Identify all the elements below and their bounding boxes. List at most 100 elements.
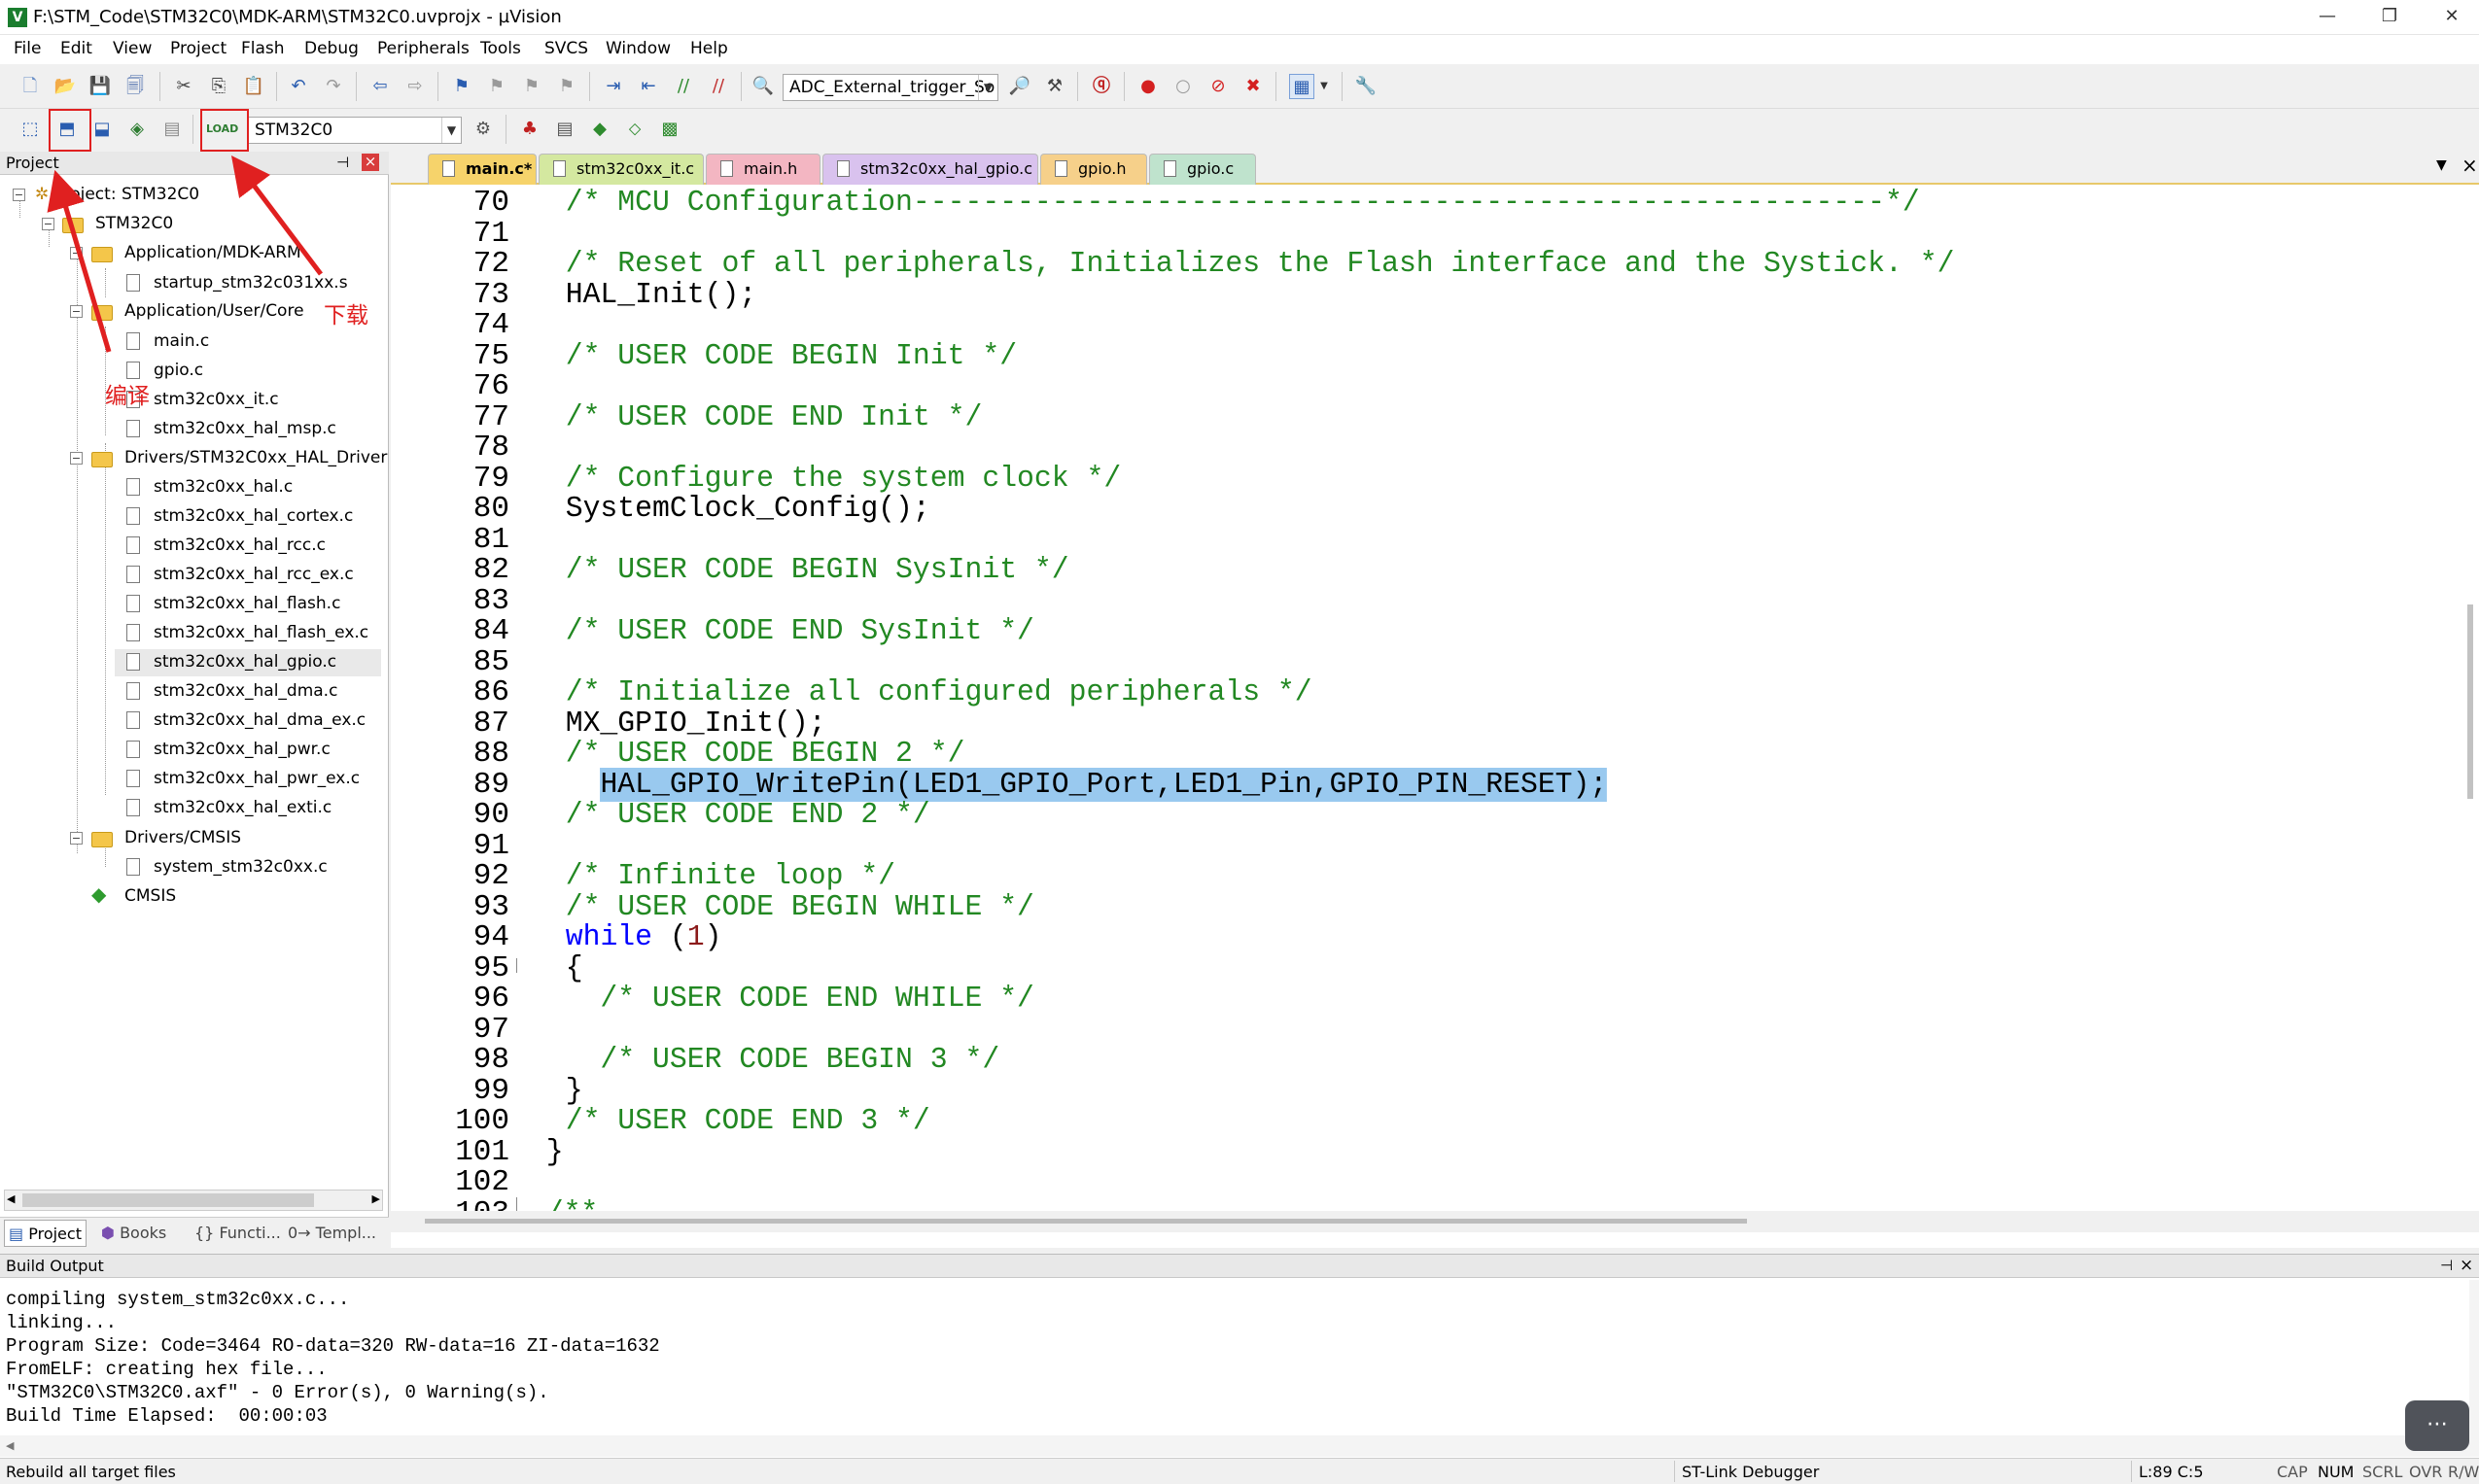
comment-icon[interactable]: // [671, 74, 696, 99]
tree-file[interactable]: stm32c0xx_hal_flash_ex.c [154, 618, 368, 647]
nav-back-icon[interactable]: ⇦ [367, 74, 393, 99]
chevron-down-icon[interactable]: ▼ [978, 75, 997, 100]
build-vertical-scrollbar[interactable] [2469, 1280, 2479, 1435]
enable-breakpoint-icon[interactable]: ○ [1170, 74, 1196, 99]
insert-breakpoint-icon[interactable]: ● [1135, 74, 1161, 99]
scrollbar-thumb[interactable] [425, 1219, 1747, 1224]
new-file-icon[interactable]: 🗋 [17, 74, 43, 99]
save-icon[interactable]: 💾 [87, 74, 113, 99]
tree-file[interactable]: main.c [154, 327, 209, 356]
batch-build-icon[interactable]: ◈ [124, 117, 150, 142]
target-select[interactable]: STM32C0 ▼ [248, 117, 462, 144]
build-horizontal-scrollbar[interactable]: ◀ [0, 1435, 2479, 1457]
tree-group-drivers-cmsis[interactable]: Drivers/CMSIS [124, 823, 241, 852]
save-all-icon[interactable]: 🗐 [122, 74, 148, 99]
bookmark-prev-icon[interactable]: ⚑ [484, 74, 509, 99]
project-horizontal-scrollbar[interactable]: ◀ ▶ [4, 1190, 383, 1211]
stop-build-icon[interactable]: ▤ [159, 117, 185, 142]
pack-installer-icon[interactable]: ◆ [587, 117, 612, 142]
tree-file[interactable]: stm32c0xx_hal_flash.c [154, 589, 340, 618]
tree-file[interactable]: stm32c0xx_hal_pwr_ex.c [154, 764, 360, 793]
chevron-down-icon[interactable]: ▼ [441, 118, 461, 143]
tree-collapse-toggle[interactable]: − [70, 452, 83, 465]
tab-stm32c0xx-hal-gpio-c[interactable]: stm32c0xx_hal_gpio.c [822, 154, 1038, 185]
scroll-left-icon[interactable]: ◀ [7, 1192, 15, 1205]
uncomment-icon[interactable]: // [706, 74, 731, 99]
menu-peripherals[interactable]: Peripherals [377, 39, 470, 58]
tab-gpio-h[interactable]: gpio.h [1040, 154, 1147, 185]
tree-collapse-toggle[interactable]: − [70, 247, 83, 259]
close-icon[interactable]: × [362, 154, 379, 171]
close-button[interactable]: ✕ [2421, 0, 2479, 35]
redo-icon[interactable]: ↷ [321, 74, 346, 99]
cut-icon[interactable]: ✂ [171, 74, 196, 99]
pin-icon[interactable]: ⊣ [2440, 1257, 2453, 1274]
undo-icon[interactable]: ↶ [286, 74, 311, 99]
tab-gpio-c[interactable]: gpio.c [1149, 154, 1256, 185]
tree-collapse-toggle[interactable]: − [13, 189, 25, 201]
target-options-icon[interactable]: ⚙ [471, 117, 496, 142]
tree-file[interactable]: stm32c0xx_hal_pwr.c [154, 735, 331, 764]
tree-file[interactable]: system_stm32c0xx.c [154, 852, 328, 881]
minimize-button[interactable]: — [2296, 0, 2358, 35]
pin-icon[interactable]: ⊣ [336, 154, 349, 171]
configure-icon[interactable]: 🔧 [1353, 74, 1379, 99]
find-in-files-icon[interactable]: 🔍 [751, 74, 776, 99]
tree-file[interactable]: gpio.c [154, 356, 203, 385]
menu-file[interactable]: File [14, 39, 41, 58]
tree-file[interactable]: stm32c0xx_hal_exti.c [154, 793, 332, 822]
scroll-right-icon[interactable]: ▶ [372, 1192, 380, 1205]
scroll-left-icon[interactable]: ◀ [6, 1439, 14, 1452]
menu-edit[interactable]: Edit [60, 39, 92, 58]
close-icon[interactable]: × [2460, 1256, 2473, 1275]
manage-rte-icon[interactable]: ⬦ [622, 117, 647, 142]
scrollbar-thumb[interactable] [22, 1193, 314, 1207]
tree-project-root[interactable]: ✲ Project: STM32C0 [35, 180, 199, 209]
tab-templates[interactable]: 0→ Templ... [284, 1220, 380, 1247]
tree-file[interactable]: stm32c0xx_it.c [154, 385, 279, 414]
tree-file[interactable]: stm32c0xx_hal_msp.c [154, 414, 336, 443]
menu-debug[interactable]: Debug [304, 39, 359, 58]
menu-project[interactable]: Project [170, 39, 227, 58]
tree-cmsis[interactable]: CMSIS [124, 881, 176, 911]
tab-books[interactable]: ⬢ Books [97, 1220, 170, 1247]
menu-view[interactable]: View [113, 39, 152, 58]
tree-file[interactable]: stm32c0xx_hal.c [154, 472, 293, 501]
tree-collapse-toggle[interactable]: − [70, 832, 83, 845]
translate-icon[interactable]: ⬚ [17, 117, 43, 142]
tree-group-application-user-core[interactable]: Application/User/Core [124, 296, 304, 326]
tab-functions[interactable]: {} Functi... [191, 1220, 285, 1247]
open-file-icon[interactable]: 📂 [52, 74, 78, 99]
editor-horizontal-scrollbar[interactable] [391, 1211, 2479, 1232]
tree-collapse-toggle[interactable]: − [42, 218, 54, 230]
chat-bubble-icon[interactable]: ⋯ [2405, 1400, 2469, 1451]
tree-group-application-mdk-arm[interactable]: Application/MDK-ARM [124, 238, 301, 267]
paste-icon[interactable]: 📋 [241, 74, 266, 99]
close-file-icon[interactable]: × [2462, 154, 2478, 177]
tree-file[interactable]: stm32c0xx_hal_dma_ex.c [154, 706, 366, 735]
menu-flash[interactable]: Flash [241, 39, 285, 58]
chevron-down-icon[interactable]: ▼ [1316, 74, 1332, 99]
bookmark-toggle-icon[interactable]: ⚑ [449, 74, 474, 99]
tree-file-selected[interactable]: stm32c0xx_hal_gpio.c [154, 647, 336, 676]
tree-file[interactable]: stm32c0xx_hal_cortex.c [154, 501, 353, 531]
tree-file[interactable]: stm32c0xx_hal_dma.c [154, 676, 337, 706]
tree-target[interactable]: STM32C0 [95, 209, 173, 238]
menu-svcs[interactable]: SVCS [544, 39, 588, 58]
find-icon[interactable]: 🔎 [1007, 74, 1032, 99]
code-view[interactable]: /* MCU Configuration--------------------… [517, 187, 2462, 1211]
menu-window[interactable]: Window [606, 39, 671, 58]
tree-file[interactable]: startup_stm32c031xx.s [154, 268, 348, 297]
tab-list-dropdown-icon[interactable]: ▼ [2436, 157, 2447, 173]
incremental-find-icon[interactable]: ⚒ [1042, 74, 1067, 99]
tab-project[interactable]: ▤ Project [4, 1220, 87, 1247]
tab-stm32c0xx-it-c[interactable]: stm32c0xx_it.c [539, 154, 704, 185]
find-combo[interactable]: ADC_External_trigger_So ▼ [783, 74, 998, 101]
window-layout-icon[interactable]: ▦ [1289, 74, 1314, 99]
indent-icon[interactable]: ⇥ [601, 74, 626, 99]
tree-file[interactable]: stm32c0xx_hal_rcc_ex.c [154, 560, 354, 589]
tab-main-h[interactable]: main.h [706, 154, 821, 185]
bookmark-next-icon[interactable]: ⚑ [519, 74, 544, 99]
bookmark-clear-icon[interactable]: ⚑ [554, 74, 579, 99]
unindent-icon[interactable]: ⇤ [636, 74, 661, 99]
